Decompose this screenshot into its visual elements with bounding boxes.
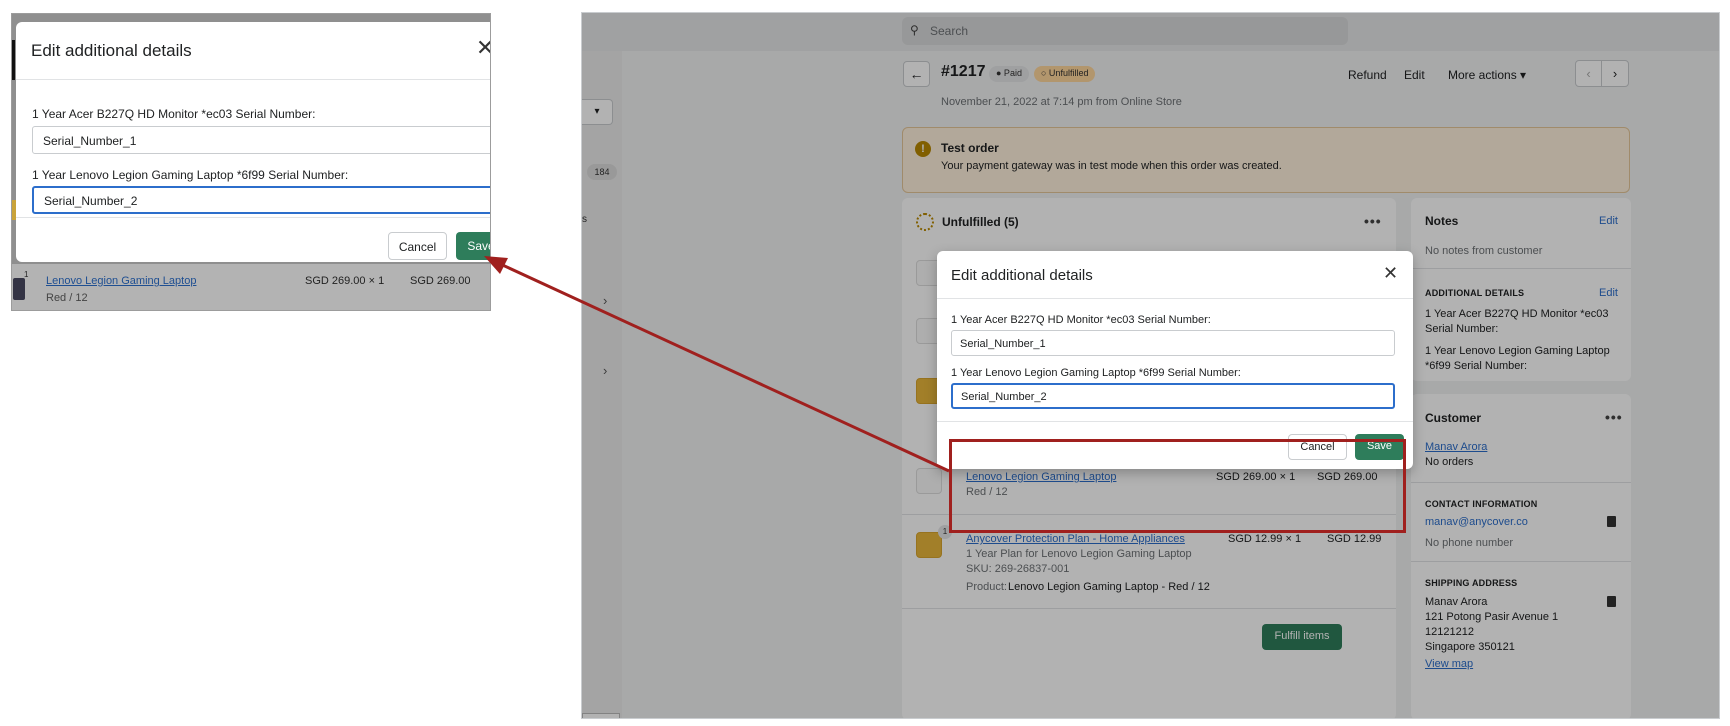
- edit-details-modal: Edit additional details ✕ 1 Year Acer B2…: [937, 251, 1413, 469]
- serial-number-2-input[interactable]: Serial_Number_2: [32, 186, 490, 214]
- modal-title: Edit additional details: [951, 267, 1093, 284]
- field1-label: 1 Year Acer B227Q HD Monitor *ec03 Seria…: [32, 107, 316, 121]
- save-button[interactable]: Save: [456, 232, 490, 260]
- close-icon[interactable]: ✕: [1383, 263, 1398, 284]
- edit-details-modal-zoomed: Edit additional details ✕ 1 Year Acer B2…: [16, 22, 490, 262]
- modal-title: Edit additional details: [31, 41, 192, 60]
- close-icon[interactable]: ✕: [476, 35, 490, 61]
- product-variant: Red / 12: [46, 292, 88, 304]
- cancel-button[interactable]: Cancel: [388, 232, 447, 260]
- quantity-badge: 1: [24, 270, 29, 279]
- field2-label: 1 Year Lenovo Legion Gaming Laptop *6f99…: [32, 168, 349, 182]
- divider: [937, 298, 1413, 299]
- order-page-screenshot: ⚲ Search ▾ 184 s › › ← #1217 ● Paid ○ Un…: [581, 12, 1720, 719]
- clipped-background-element: [12, 40, 15, 80]
- zoomed-inset: 1 Lenovo Legion Gaming Laptop Red / 12 S…: [11, 13, 491, 311]
- serial-number-2-input[interactable]: Serial_Number_2: [951, 383, 1395, 409]
- callout-highlight-box: [949, 439, 1406, 533]
- product-thumbnail: [13, 278, 25, 300]
- divider: [16, 217, 490, 218]
- divider: [16, 79, 490, 80]
- unit-price: SGD 269.00 × 1: [305, 275, 385, 287]
- product-link[interactable]: Lenovo Legion Gaming Laptop: [46, 275, 196, 287]
- serial-number-1-input[interactable]: Serial_Number_1: [32, 126, 490, 154]
- serial-number-1-input[interactable]: Serial_Number_1: [951, 330, 1395, 356]
- line-total: SGD 269.00: [410, 275, 471, 287]
- field2-label: 1 Year Lenovo Legion Gaming Laptop *6f99…: [951, 367, 1241, 379]
- field1-label: 1 Year Acer B227Q HD Monitor *ec03 Seria…: [951, 314, 1211, 326]
- divider: [937, 421, 1413, 422]
